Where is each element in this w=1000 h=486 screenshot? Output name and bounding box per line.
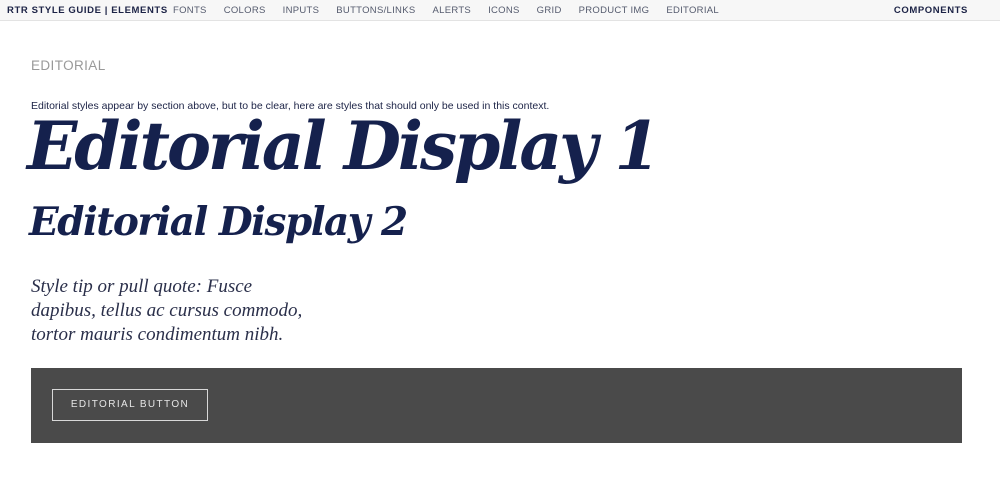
nav-link-grid[interactable]: GRID xyxy=(537,5,562,16)
nav-link-alerts[interactable]: ALERTS xyxy=(432,5,471,16)
nav-link-components[interactable]: COMPONENTS xyxy=(894,5,968,16)
nav-link-icons[interactable]: ICONS xyxy=(488,5,520,16)
nav-link-colors[interactable]: COLORS xyxy=(224,5,266,16)
nav-links: FONTS COLORS INPUTS BUTTONS/LINKS ALERTS… xyxy=(173,5,736,16)
top-nav: RTR STYLE GUIDE | ELEMENTS FONTS COLORS … xyxy=(0,0,1000,21)
nav-link-fonts[interactable]: FONTS xyxy=(173,5,207,16)
pull-quote: Style tip or pull quote: Fusce dapibus, … xyxy=(31,276,303,345)
section-title: EDITORIAL xyxy=(31,58,106,73)
editorial-button[interactable]: EDITORIAL BUTTON xyxy=(52,389,208,421)
editorial-button-panel: EDITORIAL BUTTON xyxy=(31,368,962,443)
brand-title[interactable]: RTR STYLE GUIDE | ELEMENTS xyxy=(7,5,168,16)
editorial-display-1: Editorial Display 1 xyxy=(27,107,660,185)
editorial-display-2: Editorial Display 2 xyxy=(29,199,408,245)
nav-link-product-img[interactable]: PRODUCT IMG xyxy=(579,5,650,16)
nav-link-buttons-links[interactable]: BUTTONS/LINKS xyxy=(336,5,415,16)
nav-link-inputs[interactable]: INPUTS xyxy=(283,5,320,16)
nav-link-editorial[interactable]: EDITORIAL xyxy=(666,5,719,16)
